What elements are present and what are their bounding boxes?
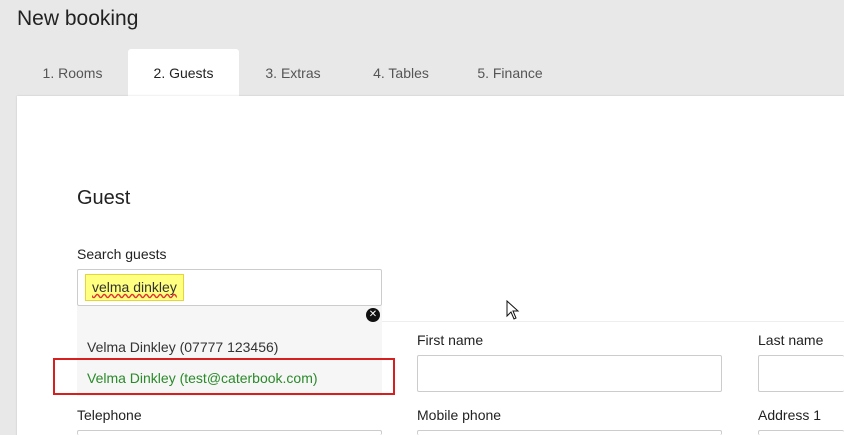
form-divider: [382, 321, 844, 322]
search-guests-input[interactable]: velma dinkley: [77, 269, 382, 306]
first-name-input[interactable]: [417, 355, 722, 392]
close-icon[interactable]: ✕: [366, 308, 380, 322]
search-value: velma dinkley: [85, 274, 184, 301]
page-title: New booking: [17, 7, 139, 30]
guest-section-title: Guest: [77, 187, 131, 209]
search-guests-label: Search guests: [77, 246, 167, 262]
tab-rooms[interactable]: 1. Rooms: [17, 49, 128, 96]
mouse-pointer-icon: [506, 300, 520, 320]
tab-tables[interactable]: 4. Tables: [347, 49, 455, 96]
tab-finance[interactable]: 5. Finance: [455, 49, 565, 96]
address-1-input[interactable]: [758, 430, 844, 435]
search-result-item[interactable]: Velma Dinkley (07777 123456): [87, 339, 278, 355]
telephone-label: Telephone: [77, 407, 142, 423]
first-name-label: First name: [417, 332, 484, 348]
tab-guests[interactable]: 2. Guests: [128, 49, 239, 96]
address-1-label: Address 1: [758, 407, 822, 423]
telephone-input[interactable]: [77, 430, 382, 435]
last-name-label: Last name: [758, 332, 824, 348]
selection-highlight-box: [53, 358, 395, 395]
mobile-phone-input[interactable]: [417, 430, 722, 435]
booking-tabs: 1. Rooms 2. Guests 3. Extras 4. Tables 5…: [17, 49, 565, 96]
tab-extras[interactable]: 3. Extras: [239, 49, 347, 96]
mobile-phone-label: Mobile phone: [417, 407, 502, 423]
last-name-input[interactable]: [758, 355, 844, 392]
